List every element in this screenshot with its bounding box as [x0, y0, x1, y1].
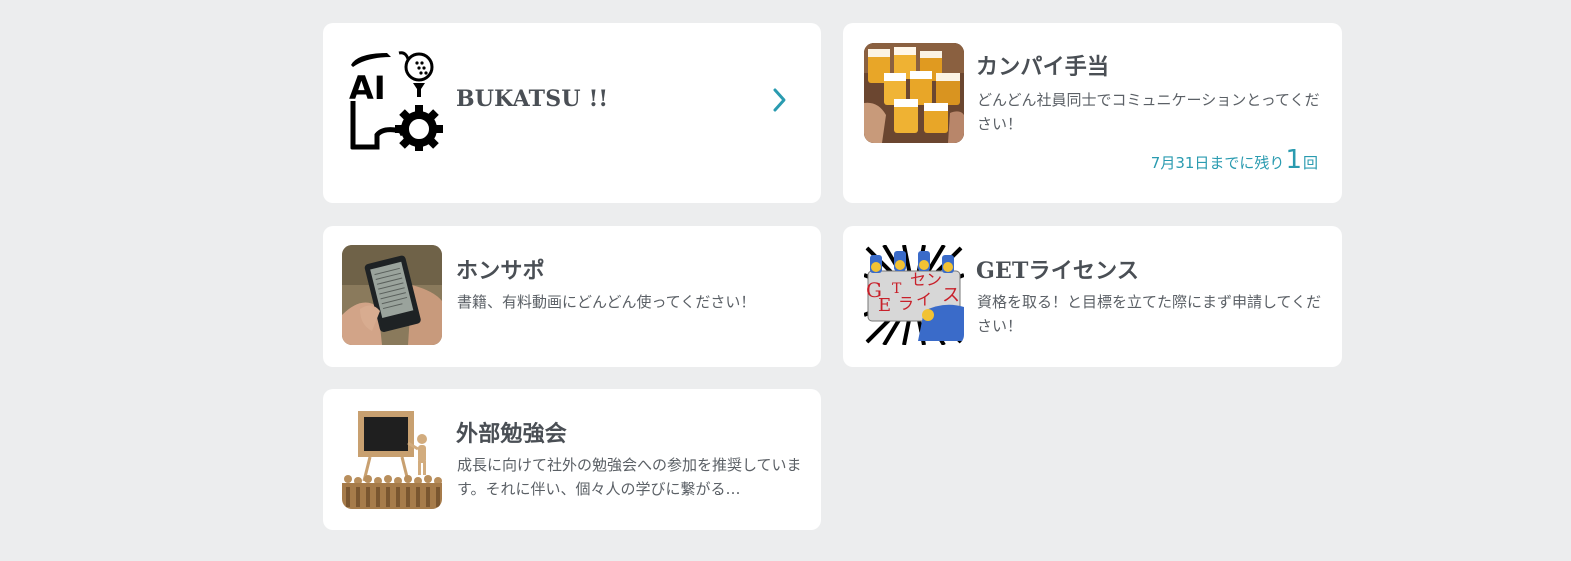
svg-text:イ: イ	[916, 290, 932, 309]
card-description: どんどん社員同士でコミュニケーションとってください！	[977, 91, 1320, 133]
quota-prefix: 7月31日までに残り	[1150, 154, 1285, 172]
svg-text:ス: ス	[942, 285, 960, 306]
card-title: 外部勉強会	[456, 421, 568, 447]
card-title: カンパイ手当	[976, 54, 1110, 80]
card-description: 書籍、有料動画にどんどん使ってください！	[457, 293, 756, 311]
remaining-count: 7月31日までに残り 1 回	[1151, 145, 1318, 175]
card-kanpai[interactable]: カンパイ手当 どんどん社員同士でコミュニケーションとってください！ 7月31日ま…	[843, 23, 1342, 203]
beer-toast-photo	[864, 43, 964, 143]
svg-text:E: E	[878, 295, 891, 316]
card-external-study[interactable]: 外部勉強会 成長に向けて社外の勉強会への参加を推奨しています。それに伴い、個々人…	[323, 389, 821, 530]
card-description: 資格を取る！と目標を立てた際にまず申請してください！	[977, 293, 1322, 335]
svg-text:ラ: ラ	[898, 294, 914, 313]
ebook-reader-photo	[342, 245, 442, 345]
card-title: BUKATSU !!	[456, 86, 609, 112]
bukatsu-icon: AI	[347, 51, 447, 151]
quota-suffix: 回	[1302, 154, 1318, 172]
seminar-blackboard-photo	[342, 409, 442, 509]
card-honsapo[interactable]: ホンサポ 書籍、有料動画にどんどん使ってください！	[323, 226, 821, 367]
card-title: ホンサポ	[456, 258, 545, 284]
svg-text:セン: セン	[910, 270, 942, 289]
card-title: GETライセンス	[976, 258, 1140, 284]
chevron-right-icon[interactable]	[772, 87, 788, 113]
card-get-license[interactable]: G E T ラ イ セン ス GETライセンス 資格を取る！と目標を立てた際にま…	[843, 226, 1342, 367]
card-description: 成長に向けて社外の勉強会への参加を推奨しています。それに伴い、個々人の学びに繋が…	[457, 456, 802, 498]
quota-count: 1	[1285, 145, 1302, 175]
get-license-illustration: G E T ラ イ セン ス	[864, 245, 964, 345]
card-bukatsu[interactable]: AI BUKATSU !!	[323, 23, 821, 203]
